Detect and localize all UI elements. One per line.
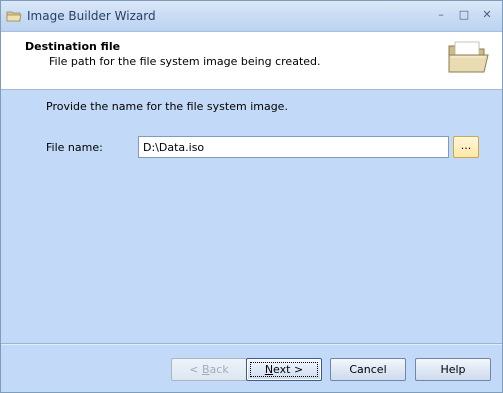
window-title: Image Builder Wizard [27, 9, 156, 23]
folder-icon [448, 41, 489, 73]
back-button-label: < Back [189, 363, 229, 376]
restore-icon[interactable]: □ [456, 7, 472, 23]
file-name-label: File name: [46, 141, 103, 154]
page-subtitle: File path for the file system image bein… [49, 55, 321, 68]
footer-divider [1, 343, 502, 345]
wizard-header: Destination file File path for the file … [1, 32, 502, 90]
minimize-icon[interactable]: – [433, 7, 449, 23]
help-button[interactable]: Help [415, 358, 491, 381]
cancel-button[interactable]: Cancel [330, 358, 406, 381]
next-button[interactable]: Next > [246, 358, 322, 381]
close-icon[interactable]: ✕ [479, 7, 495, 23]
wizard-window: Image Builder Wizard – □ ✕ Destination f… [0, 0, 503, 393]
instruction-text: Provide the name for the file system ima… [46, 100, 288, 113]
title-bar[interactable]: Image Builder Wizard – □ ✕ [1, 1, 502, 32]
folder-icon [6, 11, 22, 22]
next-button-label: Next > [249, 362, 319, 377]
file-name-input[interactable] [138, 136, 449, 158]
back-button[interactable]: < Back [171, 358, 247, 381]
browse-button[interactable]: ... [453, 136, 479, 158]
page-title: Destination file [25, 40, 121, 53]
